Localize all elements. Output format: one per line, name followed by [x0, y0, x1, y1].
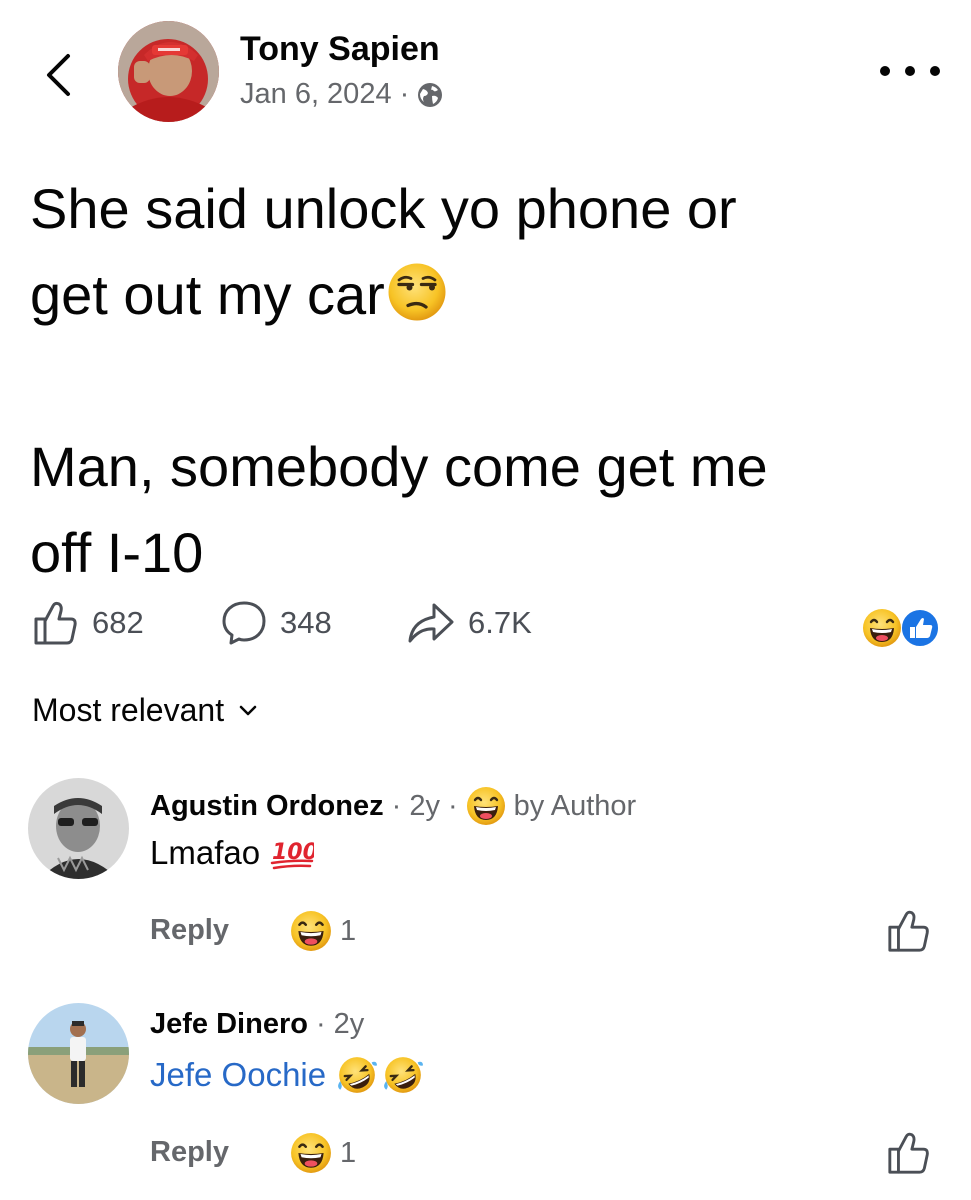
post-date[interactable]: Jan 6, 2024 [240, 78, 392, 111]
post-line-text: get out my car [30, 263, 385, 326]
commenter-name[interactable]: Agustin Ordonez [150, 790, 384, 823]
reaction-count: 1 [340, 1136, 357, 1169]
comment-like-button[interactable] [886, 908, 932, 954]
comment-reaction-count[interactable]: 1 [290, 910, 356, 952]
dot-icon [905, 66, 915, 76]
dot-icon [930, 66, 940, 76]
post-body: She said unlock yo phone or get out my c… [30, 166, 950, 596]
reply-button[interactable]: Reply [150, 914, 229, 947]
comment-header: Jefe Dinero · 2y [150, 1008, 364, 1041]
commenter-avatar[interactable] [28, 778, 129, 879]
back-button[interactable] [38, 48, 78, 102]
share-button[interactable]: 6.7K [406, 598, 532, 648]
comment-time: · 2y · [391, 789, 458, 822]
post-line: Man, somebody come get me [30, 435, 768, 498]
comment-button[interactable]: 348 [220, 598, 332, 648]
comment-body: Lmafao [150, 834, 261, 871]
comment-time: · 2y [315, 1008, 365, 1040]
commenter-avatar[interactable] [28, 1003, 129, 1104]
rofl-icon [337, 1055, 379, 1095]
globe-icon [418, 82, 443, 107]
comment-header: Agustin Ordonez · 2y · by Author [150, 786, 636, 826]
haha-reaction-icon [290, 1132, 332, 1174]
comment-text: Lmafao 100 [150, 834, 314, 872]
thumbs-up-icon [34, 601, 77, 645]
share-arrow-icon [408, 603, 454, 643]
share-count: 6.7K [468, 605, 532, 640]
post-meta: Jan 6, 2024 · [240, 78, 443, 111]
chevron-down-icon [239, 705, 257, 715]
author-avatar[interactable] [118, 21, 219, 122]
reply-button[interactable]: Reply [150, 1136, 229, 1169]
like-reaction-icon [900, 608, 940, 648]
haha-reaction-icon [290, 910, 332, 952]
post-line: get out my car [30, 252, 950, 338]
hundred-points-icon: 100 [270, 840, 314, 870]
more-options-button[interactable] [880, 56, 940, 86]
mention-link[interactable]: Jefe Oochie [150, 1056, 326, 1094]
unamused-face-icon [388, 263, 446, 321]
post-line: off I-10 [30, 521, 204, 584]
meta-separator: · [399, 78, 410, 110]
comment-count: 348 [280, 605, 332, 640]
comment-like-button[interactable] [886, 1130, 932, 1176]
comment-bubble-icon [222, 601, 266, 645]
reaction-count: 1 [340, 914, 357, 947]
comment-text: Jefe Oochie [150, 1054, 425, 1096]
haha-reaction-icon [465, 786, 506, 826]
dot-icon [880, 66, 890, 76]
reaction-summary[interactable] [860, 606, 944, 650]
post-line: She said unlock yo phone or [30, 177, 737, 240]
commenter-name[interactable]: Jefe Dinero [150, 1008, 308, 1041]
author-name[interactable]: Tony Sapien [240, 30, 440, 69]
sort-label: Most relevant [32, 692, 225, 728]
like-button[interactable]: 682 [32, 598, 144, 648]
comment-sort-dropdown[interactable]: Most relevant [32, 692, 258, 729]
rofl-icon [383, 1055, 425, 1095]
chevron-left-icon [47, 54, 70, 96]
like-count: 682 [92, 605, 144, 640]
comment-reaction-count[interactable]: 1 [290, 1132, 356, 1174]
haha-reaction-icon [861, 607, 903, 649]
author-reaction-badge: by Author [513, 789, 637, 822]
